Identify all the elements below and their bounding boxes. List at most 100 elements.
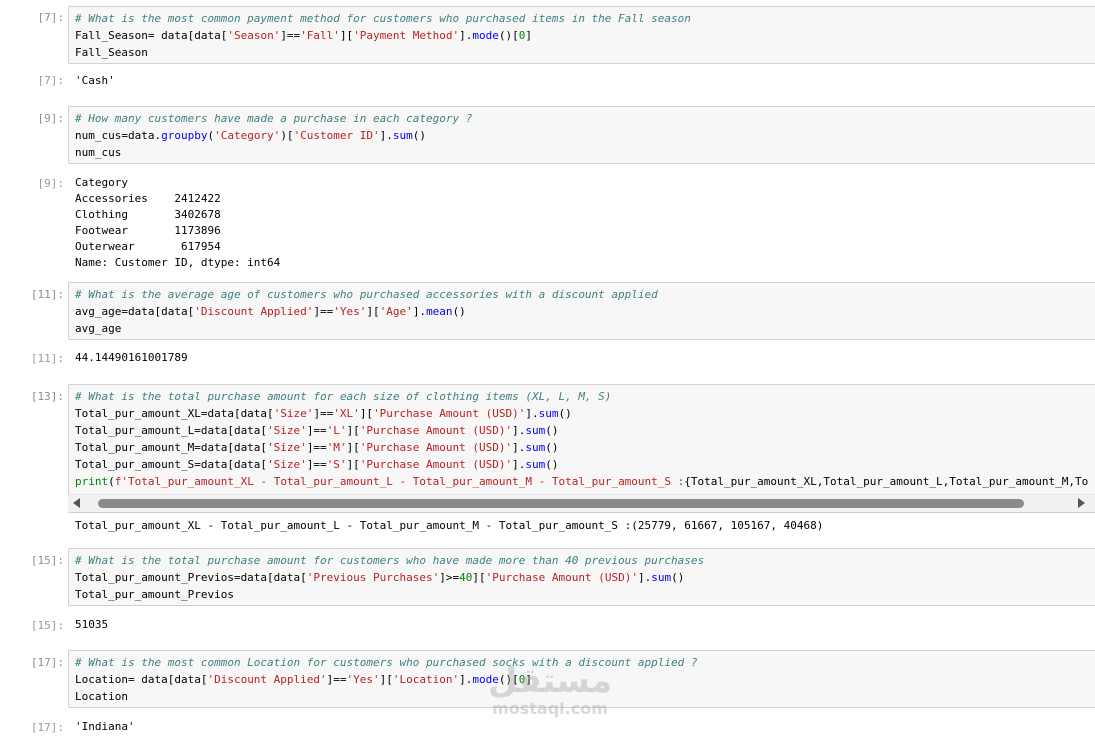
- code-token: ][: [339, 29, 354, 42]
- code-line: num_cus: [75, 144, 1090, 161]
- code-token: Total_pur_amount_Previos=data[data[: [75, 571, 307, 584]
- code-token: sum: [525, 424, 546, 437]
- input-prompt: [9]:: [37, 112, 65, 125]
- cell-output: 'Indiana': [75, 720, 135, 733]
- code-token: mean: [426, 305, 453, 318]
- code-token: avg_age=data[data[: [75, 305, 195, 318]
- code-token: ].: [459, 29, 473, 42]
- code-line: # What is the total purchase amount for …: [75, 552, 1090, 569]
- code-token: ].: [512, 458, 526, 471]
- code-line: avg_age: [75, 320, 1090, 337]
- code-token: 'Size': [273, 407, 314, 420]
- code-token: Location: [75, 690, 128, 703]
- code-line: Total_pur_amount_S=data[data['Size']=='S…: [75, 456, 1090, 473]
- code-token: ][: [346, 441, 360, 454]
- code-token: (): [671, 571, 685, 584]
- code-token: ][: [346, 458, 360, 471]
- code-token: 'XL': [333, 407, 360, 420]
- code-token: # What is the average age of customers w…: [75, 288, 658, 301]
- code-token: 'Size': [267, 441, 307, 454]
- code-token: 'Purchase Amount (USD)': [373, 407, 526, 420]
- code-token: 'Category': [214, 129, 281, 142]
- code-token: (): [452, 305, 466, 318]
- code-line: Fall_Season= data[data['Season']=='Fall'…: [75, 27, 1090, 44]
- code-token: sum: [651, 571, 672, 584]
- output-prompt: [11]:: [30, 352, 64, 365]
- code-token: ]==: [280, 29, 301, 42]
- code-token: ].: [459, 673, 473, 686]
- code-token: Total_pur_amount_XL=data[data[: [75, 407, 274, 420]
- code-input[interactable]: # What is the total purchase amount for …: [68, 548, 1095, 606]
- code-token: 'Purchase Amount (USD)': [359, 458, 513, 471]
- code-token: 'Yes': [346, 673, 380, 686]
- code-input[interactable]: # What is the most common payment method…: [68, 6, 1095, 64]
- code-token: 'L': [326, 424, 347, 437]
- input-prompt: [7]:: [37, 11, 65, 24]
- scroll-thumb[interactable]: [98, 499, 1024, 508]
- code-line: Total_pur_amount_Previos=data[data['Prev…: [75, 569, 1090, 586]
- horizontal-scrollbar[interactable]: [68, 494, 1095, 512]
- code-token: 'Previous Purchases': [306, 571, 440, 584]
- code-token: 'Yes': [333, 305, 367, 318]
- code-token: 'Purchase Amount (USD)': [359, 441, 513, 454]
- code-token: Total_pur_amount_Previos: [75, 588, 234, 601]
- code-token: ]==: [313, 407, 334, 420]
- code-token: # What is the total purchase amount for …: [75, 390, 612, 403]
- code-token: Total_pur_amount_L=data[data[: [75, 424, 268, 437]
- output-prompt: [17]:: [30, 721, 64, 734]
- code-token: ][: [379, 673, 393, 686]
- output-prompt: [9]:: [37, 177, 65, 190]
- code-token: # How many customers have made a purchas…: [75, 112, 473, 125]
- code-line: # What is the average age of customers w…: [75, 286, 1090, 303]
- cell-output: 'Cash': [75, 74, 115, 87]
- code-token: (): [545, 441, 559, 454]
- code-token: mode: [472, 29, 499, 42]
- cell-output: Total_pur_amount_XL - Total_pur_amount_L…: [75, 519, 824, 532]
- code-token: ].: [512, 424, 526, 437]
- code-token: ]==: [306, 441, 327, 454]
- scroll-left-icon[interactable]: [73, 498, 80, 508]
- code-token: ].: [412, 305, 427, 318]
- code-token: 'S': [326, 458, 347, 471]
- code-input[interactable]: # How many customers have made a purchas…: [68, 106, 1095, 164]
- scroll-right-icon[interactable]: [1078, 498, 1085, 508]
- code-token: print: [75, 475, 109, 488]
- code-token: ][: [366, 305, 380, 318]
- code-line: # What is the total purchase amount for …: [75, 388, 1090, 405]
- code-line: avg_age=data[data['Discount Applied']=='…: [75, 303, 1090, 320]
- code-token: ][: [359, 407, 374, 420]
- code-token: ]: [525, 29, 533, 42]
- watermark-url: mostaql.com: [492, 699, 608, 718]
- code-token: ].: [379, 129, 393, 142]
- code-token: ]==: [313, 305, 334, 318]
- code-line: Total_pur_amount_L=data[data['Size']=='L…: [75, 422, 1090, 439]
- code-line: # How many customers have made a purchas…: [75, 110, 1090, 127]
- code-token: ()[: [498, 29, 519, 42]
- code-line: # What is the most common payment method…: [75, 10, 1090, 27]
- code-token: # What is the most common payment method…: [75, 12, 691, 25]
- code-token: ]>=: [439, 571, 460, 584]
- code-line: Total_pur_amount_XL=data[data['Size']=='…: [75, 405, 1090, 422]
- code-token: sum: [538, 407, 559, 420]
- code-token: avg_age: [75, 322, 122, 335]
- code-line: print(f'Total_pur_amount_XL - Total_pur_…: [75, 473, 1090, 490]
- code-token: (): [545, 458, 559, 471]
- code-token: )[: [280, 129, 294, 142]
- input-prompt: [13]:: [30, 390, 64, 403]
- code-token: ].: [525, 407, 539, 420]
- code-token: ][: [472, 571, 486, 584]
- code-token: 'Discount Applied': [194, 305, 314, 318]
- code-token: (): [545, 424, 559, 437]
- code-token: Total_pur_amount_S=data[data[: [75, 458, 268, 471]
- code-token: (): [412, 129, 427, 142]
- code-input[interactable]: # What is the average age of customers w…: [68, 282, 1095, 340]
- code-token: 'Size': [267, 424, 307, 437]
- code-token: 'Age': [379, 305, 413, 318]
- code-token: groupby: [161, 129, 208, 142]
- code-token: 'Location': [392, 673, 460, 686]
- code-token: ]==: [306, 458, 327, 471]
- cell-output: 51035: [75, 618, 109, 631]
- code-token: sum: [525, 441, 546, 454]
- code-token: ]==: [306, 424, 327, 437]
- code-token: ][: [346, 424, 360, 437]
